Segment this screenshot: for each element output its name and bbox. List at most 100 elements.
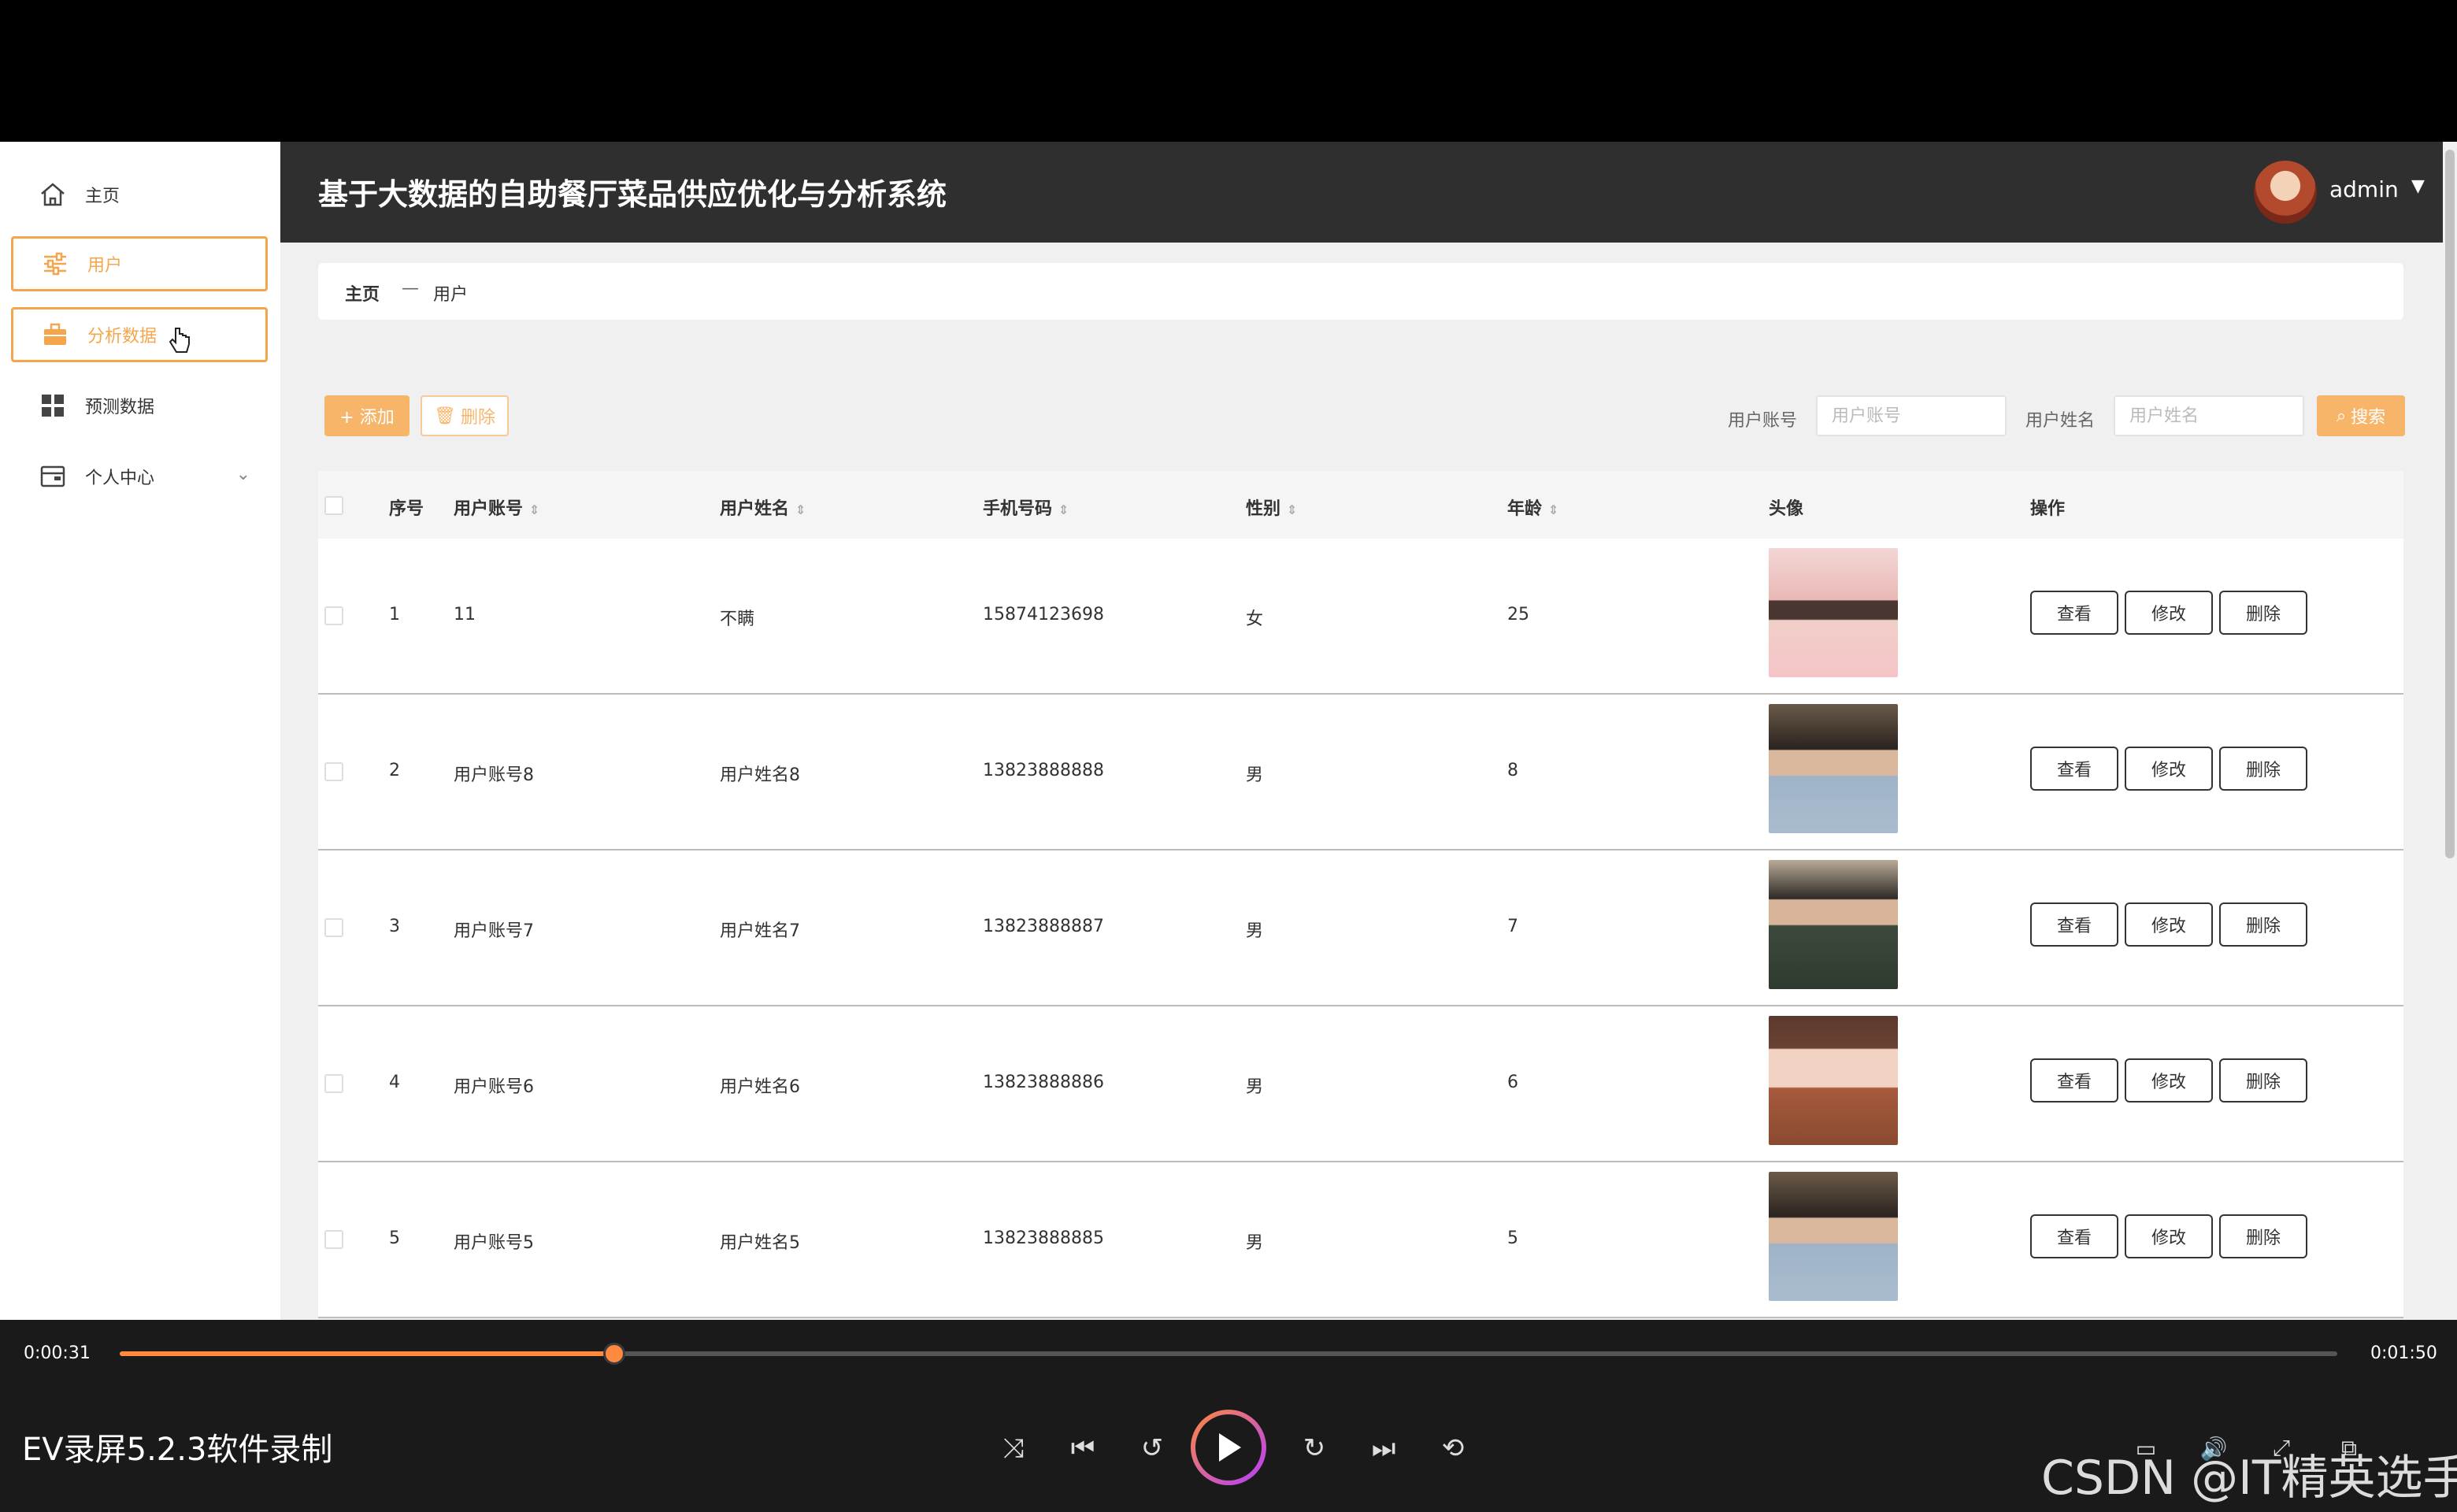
delete-row-button[interactable]: 删除 [2219, 1214, 2307, 1258]
avatar-image [1769, 1172, 1898, 1301]
caret-down-icon[interactable]: ▼ [2411, 176, 2425, 196]
sort-icon: ⇕ [1058, 502, 1069, 517]
col-index: 序号 [389, 499, 424, 519]
delete-row-button[interactable]: 删除 [2219, 747, 2307, 791]
previous-icon[interactable]: ⏮ [1063, 1429, 1102, 1468]
scrollbar-thumb[interactable] [2445, 150, 2455, 858]
avatar[interactable] [2254, 161, 2317, 224]
breadcrumb-home[interactable]: 主页 [345, 280, 380, 306]
cell-age: 5 [1507, 1228, 1518, 1248]
forward-30-icon[interactable]: ↻ [1295, 1429, 1334, 1468]
search-button-label: 搜索 [2351, 408, 2386, 428]
sidebar-item-users[interactable]: 用户 [11, 236, 268, 291]
cell-gender: 女 [1246, 610, 1264, 629]
cell-index: 4 [389, 1073, 400, 1092]
cell-name: 用户姓名5 [720, 1233, 800, 1253]
home-icon [38, 180, 68, 209]
cell-phone: 13823888885 [983, 1228, 1104, 1248]
sidebar-item-analysis[interactable]: 分析数据 [11, 307, 268, 362]
rewind-10-icon[interactable]: ↺ [1132, 1429, 1172, 1468]
csdn-watermark: CSDN @IT精英选手 [2041, 1451, 2457, 1506]
header: 基于大数据的自助餐厅菜品供应优化与分析系统 admin ▼ [280, 142, 2443, 243]
cell-account: 11 [454, 605, 476, 624]
delete-row-button[interactable]: 删除 [2219, 591, 2307, 635]
play-button[interactable] [1191, 1410, 1266, 1485]
cell-index: 1 [389, 605, 400, 624]
col-phone[interactable]: 手机号码 ⇕ [983, 495, 1069, 520]
cell-name: 用户姓名7 [720, 921, 800, 941]
cell-index: 3 [389, 917, 400, 936]
progress-knob[interactable] [602, 1343, 625, 1365]
edit-button[interactable]: 修改 [2125, 1214, 2213, 1258]
avatar-image [1769, 704, 1898, 833]
edit-button[interactable]: 修改 [2125, 591, 2213, 635]
sidebar-item-label: 主页 [85, 187, 120, 206]
cell-name: 不瞒 [720, 610, 755, 629]
sidebar-item-home[interactable]: 主页 [11, 167, 268, 222]
next-icon[interactable]: ⏭ [1364, 1429, 1403, 1468]
progress-fill [120, 1351, 614, 1356]
total-time: 0:01:50 [2370, 1343, 2437, 1363]
col-age[interactable]: 年龄 ⇕ [1507, 495, 1558, 520]
view-button[interactable]: 查看 [2030, 747, 2118, 791]
col-gender[interactable]: 性别 ⇕ [1246, 495, 1297, 520]
cell-phone: 13823888886 [983, 1073, 1104, 1092]
col-name[interactable]: 用户姓名 ⇕ [720, 495, 806, 520]
breadcrumb-separator: — [402, 279, 419, 298]
view-button[interactable]: 查看 [2030, 1058, 2118, 1102]
row-checkbox[interactable] [324, 1074, 343, 1093]
cell-age: 8 [1507, 761, 1518, 780]
delete-button[interactable]: 🗑 删除 [421, 395, 509, 436]
cell-gender: 男 [1246, 921, 1264, 941]
user-name[interactable]: admin [2329, 176, 2399, 202]
recording-title: EV录屏5.2.3软件录制 [22, 1432, 333, 1468]
name-search-input[interactable] [2114, 395, 2304, 436]
cell-account: 用户账号7 [454, 921, 534, 941]
sort-icon: ⇕ [529, 502, 540, 517]
cell-age: 6 [1507, 1073, 1518, 1092]
view-button[interactable]: 查看 [2030, 591, 2118, 635]
current-time: 0:00:31 [24, 1343, 91, 1363]
row-checkbox[interactable] [324, 762, 343, 781]
col-account[interactable]: 用户账号 ⇕ [454, 495, 539, 520]
users-table: 序号 用户账号 ⇕ 用户姓名 ⇕ 手机号码 ⇕ 性别 ⇕ 年龄 ⇕ 头像 操作 1 11 … [318, 471, 2403, 1320]
add-button[interactable]: + 添加 [324, 395, 410, 436]
account-search-input[interactable] [1816, 395, 2007, 436]
row-checkbox[interactable] [324, 1230, 343, 1249]
page-scrollbar[interactable] [2443, 142, 2457, 1320]
sort-icon: ⇕ [1287, 502, 1298, 517]
cell-age: 7 [1507, 917, 1518, 936]
row-checkbox[interactable] [324, 918, 343, 937]
cell-phone: 15874123698 [983, 605, 1104, 624]
edit-button[interactable]: 修改 [2125, 747, 2213, 791]
sort-icon: ⇕ [795, 502, 806, 517]
sidebar-item-label: 个人中心 [85, 469, 155, 488]
avatar-image [1769, 548, 1898, 677]
sidebar-item-prediction[interactable]: 预测数据 [11, 378, 268, 433]
cell-name: 用户姓名6 [720, 1077, 800, 1097]
search-icon: ⌕ [2336, 406, 2347, 426]
grid-icon [38, 391, 68, 421]
sidebar-item-profile[interactable]: 个人中心 ⌄ [11, 449, 268, 504]
view-button[interactable]: 查看 [2030, 902, 2118, 947]
sidebar: 主页 用户 分析数据 预测数据 个人中心 ⌄ [0, 142, 282, 1320]
edit-button[interactable]: 修改 [2125, 1058, 2213, 1102]
row-checkbox[interactable] [324, 606, 343, 625]
filter-account-label: 用户账号 [1728, 411, 1798, 431]
cell-index: 5 [389, 1228, 400, 1248]
sort-icon: ⇕ [1548, 502, 1559, 517]
select-all-checkbox[interactable] [324, 496, 343, 515]
cell-account: 用户账号8 [454, 765, 534, 785]
shuffle-icon[interactable]: ⤨ [994, 1429, 1033, 1468]
col-name-label: 用户姓名 [720, 499, 790, 519]
breadcrumb-current: 用户 [433, 285, 469, 305]
delete-row-button[interactable]: 删除 [2219, 902, 2307, 947]
filter-name-label: 用户姓名 [2025, 411, 2096, 431]
delete-row-button[interactable]: 删除 [2219, 1058, 2307, 1102]
progress-track[interactable] [120, 1343, 2337, 1365]
repeat-off-icon[interactable]: ⟲ [1433, 1429, 1473, 1468]
view-button[interactable]: 查看 [2030, 1214, 2118, 1258]
search-button[interactable]: ⌕ 搜索 [2317, 395, 2405, 436]
cell-phone: 13823888887 [983, 917, 1104, 936]
edit-button[interactable]: 修改 [2125, 902, 2213, 947]
